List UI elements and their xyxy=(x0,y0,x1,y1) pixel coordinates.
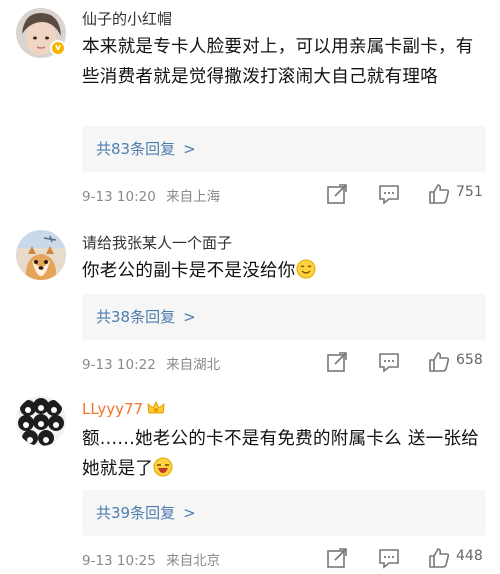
timestamp: 9-13 10:22 xyxy=(82,357,156,373)
smile-emoji-icon xyxy=(296,259,316,279)
comment-text-content: 你老公的副卡是不是没给你 xyxy=(82,261,296,281)
username[interactable]: LLyyy77 xyxy=(82,400,165,418)
reply-box[interactable]: 共39条回复 > xyxy=(82,490,486,536)
vip-crown-icon xyxy=(147,400,165,414)
username[interactable]: 请给我张某人一个面子 xyxy=(82,232,232,253)
comment-item: v 仙子的小红帽 本来就是专卡人脸要对上，可以用亲属卡副卡，有些消费者就是觉得撒… xyxy=(0,0,500,210)
reply-box[interactable]: 共38条回复 > xyxy=(82,294,486,340)
reply-link[interactable]: 共38条回复 > xyxy=(96,306,196,327)
thumbs-up-icon[interactable] xyxy=(428,547,450,569)
timestamp: 9-13 10:20 xyxy=(82,189,156,205)
comment-icon[interactable] xyxy=(378,351,400,373)
username-label: LLyyy77 xyxy=(82,400,144,418)
thumbs-up-icon[interactable] xyxy=(428,183,450,205)
avatar[interactable] xyxy=(16,230,66,280)
chevron-right-icon: > xyxy=(183,504,196,522)
comment-text: 本来就是专卡人脸要对上，可以用亲属卡副卡，有些消费者就是觉得撒泼打滚闹大自己就有… xyxy=(82,37,474,87)
location: 来自湖北 xyxy=(166,357,221,373)
chevron-right-icon: > xyxy=(183,140,196,158)
comment-item: 请给我张某人一个面子 你老公的副卡是不是没给你 共38条回复 > 9-13 10:… xyxy=(0,218,500,388)
comment-text: 额......她老公的卡不是有免费的附属卡么 送一张给她就是了 xyxy=(82,424,486,484)
location: 来自北京 xyxy=(166,553,221,569)
comment-icon[interactable] xyxy=(378,547,400,569)
avatar[interactable] xyxy=(16,396,66,446)
reply-box[interactable]: 共83条回复 > xyxy=(82,126,486,172)
reply-link[interactable]: 共39条回复 > xyxy=(96,502,196,523)
location: 来自上海 xyxy=(166,189,221,205)
reply-link-label: 共39条回复 xyxy=(96,504,176,522)
share-icon[interactable] xyxy=(326,547,348,569)
share-icon[interactable] xyxy=(326,351,348,373)
reply-link[interactable]: 共83条回复 > xyxy=(96,138,196,159)
comment-text: 你老公的副卡是不是没给你 xyxy=(82,256,486,286)
comment-meta: 9-13 10:20 来自上海 xyxy=(82,185,220,205)
laugh-emoji-icon xyxy=(153,457,173,477)
comment-text-content: 额......她老公的卡不是有免费的附属卡么 送一张给她就是了 xyxy=(82,429,480,479)
share-icon[interactable] xyxy=(326,183,348,205)
comment-icon[interactable] xyxy=(378,183,400,205)
like-count: 658 xyxy=(456,352,483,368)
username[interactable]: 仙子的小红帽 xyxy=(82,8,172,29)
verified-badge-icon: v xyxy=(50,40,66,56)
chevron-right-icon: > xyxy=(183,308,196,326)
comment-meta: 9-13 10:22 来自湖北 xyxy=(82,353,220,373)
reply-link-label: 共38条回复 xyxy=(96,308,176,326)
thumbs-up-icon[interactable] xyxy=(428,351,450,373)
reply-link-label: 共83条回复 xyxy=(96,140,176,158)
comment-item: LLyyy77 额......她老公的卡不是有免费的附属卡么 送一张给她就是了 … xyxy=(0,388,500,574)
comment-meta: 9-13 10:25 来自北京 xyxy=(82,549,220,569)
timestamp: 9-13 10:25 xyxy=(82,553,156,569)
like-count: 751 xyxy=(456,184,483,200)
like-count: 448 xyxy=(456,548,483,564)
